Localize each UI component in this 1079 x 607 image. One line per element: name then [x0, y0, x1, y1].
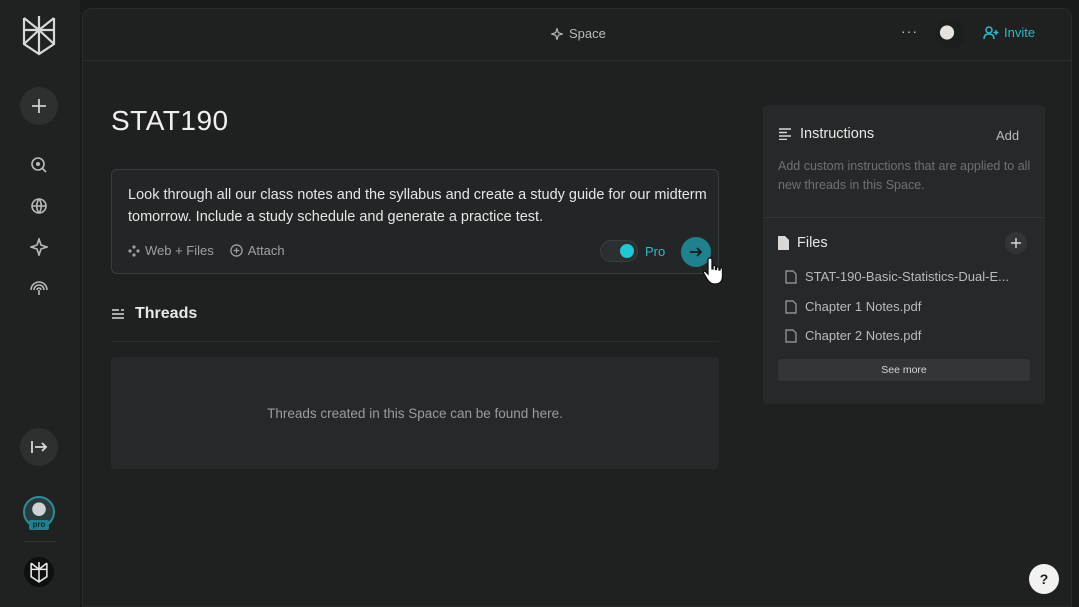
- file-name: Chapter 2 Notes.pdf: [805, 328, 922, 343]
- toggle-knob: [620, 244, 634, 258]
- pdf-file-icon: [785, 269, 797, 284]
- instructions-title: Instructions: [800, 126, 875, 142]
- pdf-file-icon: [785, 299, 797, 314]
- main-panel: Space ··· Invite STAT190 Look through al…: [82, 8, 1072, 607]
- sources-icon: [128, 244, 140, 257]
- rail-divider: [24, 541, 56, 542]
- instructions-icon: [779, 128, 791, 140]
- instructions-heading: Instructions: [778, 126, 874, 142]
- invite-button[interactable]: Invite: [983, 25, 1035, 40]
- pdf-file-icon: [785, 328, 797, 343]
- threads-empty-state: Threads created in this Space can be fou…: [111, 357, 719, 469]
- attach-plus-icon: [230, 244, 243, 257]
- library-icon[interactable]: [29, 277, 49, 297]
- breadcrumb-label: Space: [569, 26, 606, 41]
- add-instructions-button[interactable]: Add: [996, 128, 1019, 143]
- page-title: STAT190: [111, 105, 229, 136]
- invite-label: Invite: [1004, 25, 1036, 40]
- attach-label: Attach: [247, 243, 285, 258]
- files-title: Files: [797, 235, 828, 251]
- space-sidebar: Instructions Add Add custom instructions…: [763, 105, 1045, 404]
- sidebar-divider: [763, 217, 1045, 218]
- member-avatar[interactable]: [935, 19, 965, 49]
- file-name: STAT-190-Basic-Statistics-Dual-E...: [805, 269, 1009, 284]
- threads-divider: [111, 341, 719, 342]
- source-label: Web + Files: [145, 243, 214, 258]
- discover-globe-icon[interactable]: [29, 196, 49, 216]
- new-thread-button[interactable]: [20, 87, 58, 125]
- pro-badge: pro: [29, 520, 49, 530]
- file-item[interactable]: Chapter 1 Notes.pdf: [785, 299, 1033, 314]
- file-icon: [778, 236, 789, 250]
- pro-label: Pro: [645, 244, 666, 259]
- perplexity-logo-icon[interactable]: [20, 14, 58, 56]
- thread-composer[interactable]: Look through all our class notes and the…: [111, 169, 719, 274]
- help-button[interactable]: ?: [1029, 564, 1059, 594]
- hand-cursor-icon: [701, 256, 727, 291]
- source-selector[interactable]: Web + Files: [128, 243, 214, 258]
- file-item[interactable]: Chapter 2 Notes.pdf: [785, 328, 1033, 343]
- file-item[interactable]: STAT-190-Basic-Statistics-Dual-E...: [785, 269, 1033, 284]
- add-file-button[interactable]: [1005, 232, 1027, 254]
- space-breadcrumb[interactable]: Space: [551, 26, 606, 41]
- left-rail: pro: [0, 0, 80, 607]
- more-options-button[interactable]: ···: [901, 23, 918, 39]
- threads-title: Threads: [135, 305, 198, 322]
- spaces-icon: [551, 27, 563, 40]
- search-icon[interactable]: [29, 155, 49, 175]
- collapse-sidebar-button[interactable]: [20, 428, 58, 466]
- see-more-button[interactable]: See more: [778, 359, 1030, 381]
- threads-heading: Threads: [111, 305, 197, 323]
- perplexity-app-icon[interactable]: [24, 557, 54, 587]
- file-name: Chapter 1 Notes.pdf: [805, 299, 922, 314]
- add-user-icon: [983, 25, 999, 39]
- attach-button[interactable]: Attach: [230, 243, 285, 258]
- composer-input[interactable]: Look through all our class notes and the…: [128, 184, 708, 228]
- threads-list-icon: [112, 309, 124, 319]
- top-bar: Space ··· Invite: [83, 9, 1071, 61]
- plus-icon: [1011, 238, 1021, 248]
- composer-tools: Web + Files Attach: [128, 243, 285, 258]
- spaces-icon[interactable]: [29, 237, 49, 257]
- pro-toggle[interactable]: [600, 240, 638, 262]
- instructions-placeholder[interactable]: Add custom instructions that are applied…: [778, 157, 1033, 195]
- files-heading: Files: [778, 235, 828, 251]
